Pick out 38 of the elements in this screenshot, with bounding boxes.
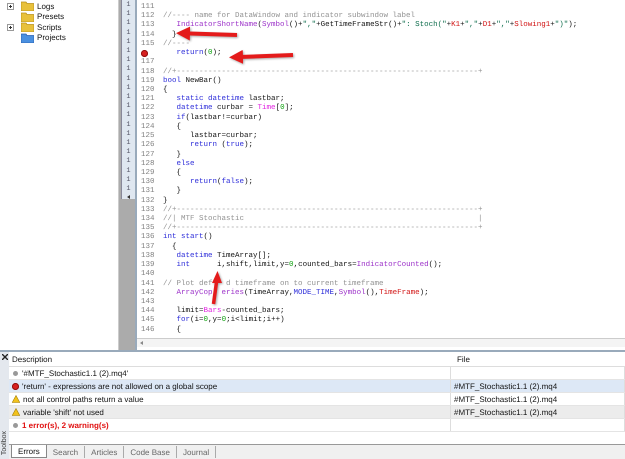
tree-item[interactable]: Logs	[37, 2, 54, 11]
folder-icon	[21, 1, 34, 12]
panel-tab[interactable]: Journal	[176, 446, 216, 458]
file-name: #MTF_Stochastic1.1 (2).mq4	[454, 382, 558, 390]
folder-icon	[21, 12, 34, 22]
folder-icon	[21, 32, 34, 43]
info-icon	[13, 422, 18, 428]
file-name: #MTF_Stochastic1.1 (2).mq4	[454, 408, 558, 416]
panel-tab[interactable]: Articles	[85, 446, 124, 458]
tree-item[interactable]: Projects	[37, 33, 66, 42]
message-text: 1 error(s), 2 warning(s)	[22, 420, 109, 430]
column-header[interactable]: Description	[9, 354, 454, 364]
expand-icon[interactable]	[7, 24, 14, 31]
expand-icon[interactable]	[7, 2, 14, 10]
folder-icon	[21, 22, 34, 32]
info-icon	[13, 370, 18, 376]
scroll-left-icon[interactable]	[127, 195, 130, 200]
message-row[interactable]: 'return' - expressions are not allowed on a global scope #MTF_Stochastic1.1 (2).mq4	[9, 380, 625, 393]
arrow-annotation	[212, 271, 222, 304]
panel-tab[interactable]: Search	[46, 446, 86, 458]
message-text: 'return' - expressions are not allowed on a global scope	[22, 382, 218, 390]
arrow-annotation	[176, 26, 238, 41]
message-row[interactable]: 1 error(s), 2 warning(s)	[9, 419, 625, 432]
message-text: not all control paths return a value	[23, 394, 144, 404]
tree-item[interactable]: Presets	[37, 12, 64, 22]
message-text: '#MTF_Stochastic1.1 (2).mq4'	[22, 368, 128, 378]
panel-tab[interactable]: Code Base	[124, 446, 177, 458]
tree-item[interactable]: Scripts	[37, 22, 62, 32]
message-row[interactable]: variable 'shift' not used #MTF_Stochastic1.1 (2).mq4	[9, 406, 625, 419]
code-editor[interactable]	[135, 0, 625, 350]
file-name: #MTF_Stochastic1.1 (2).mq4	[454, 394, 558, 404]
column-header[interactable]: File	[454, 354, 625, 364]
error-icon	[12, 382, 19, 390]
panel-tab[interactable]: Errors	[11, 445, 47, 458]
message-text: variable 'shift' not used	[23, 408, 104, 416]
close-icon[interactable]	[2, 354, 8, 360]
horizontal-scrollbar[interactable]	[137, 338, 625, 347]
arrow-annotation	[229, 50, 294, 64]
